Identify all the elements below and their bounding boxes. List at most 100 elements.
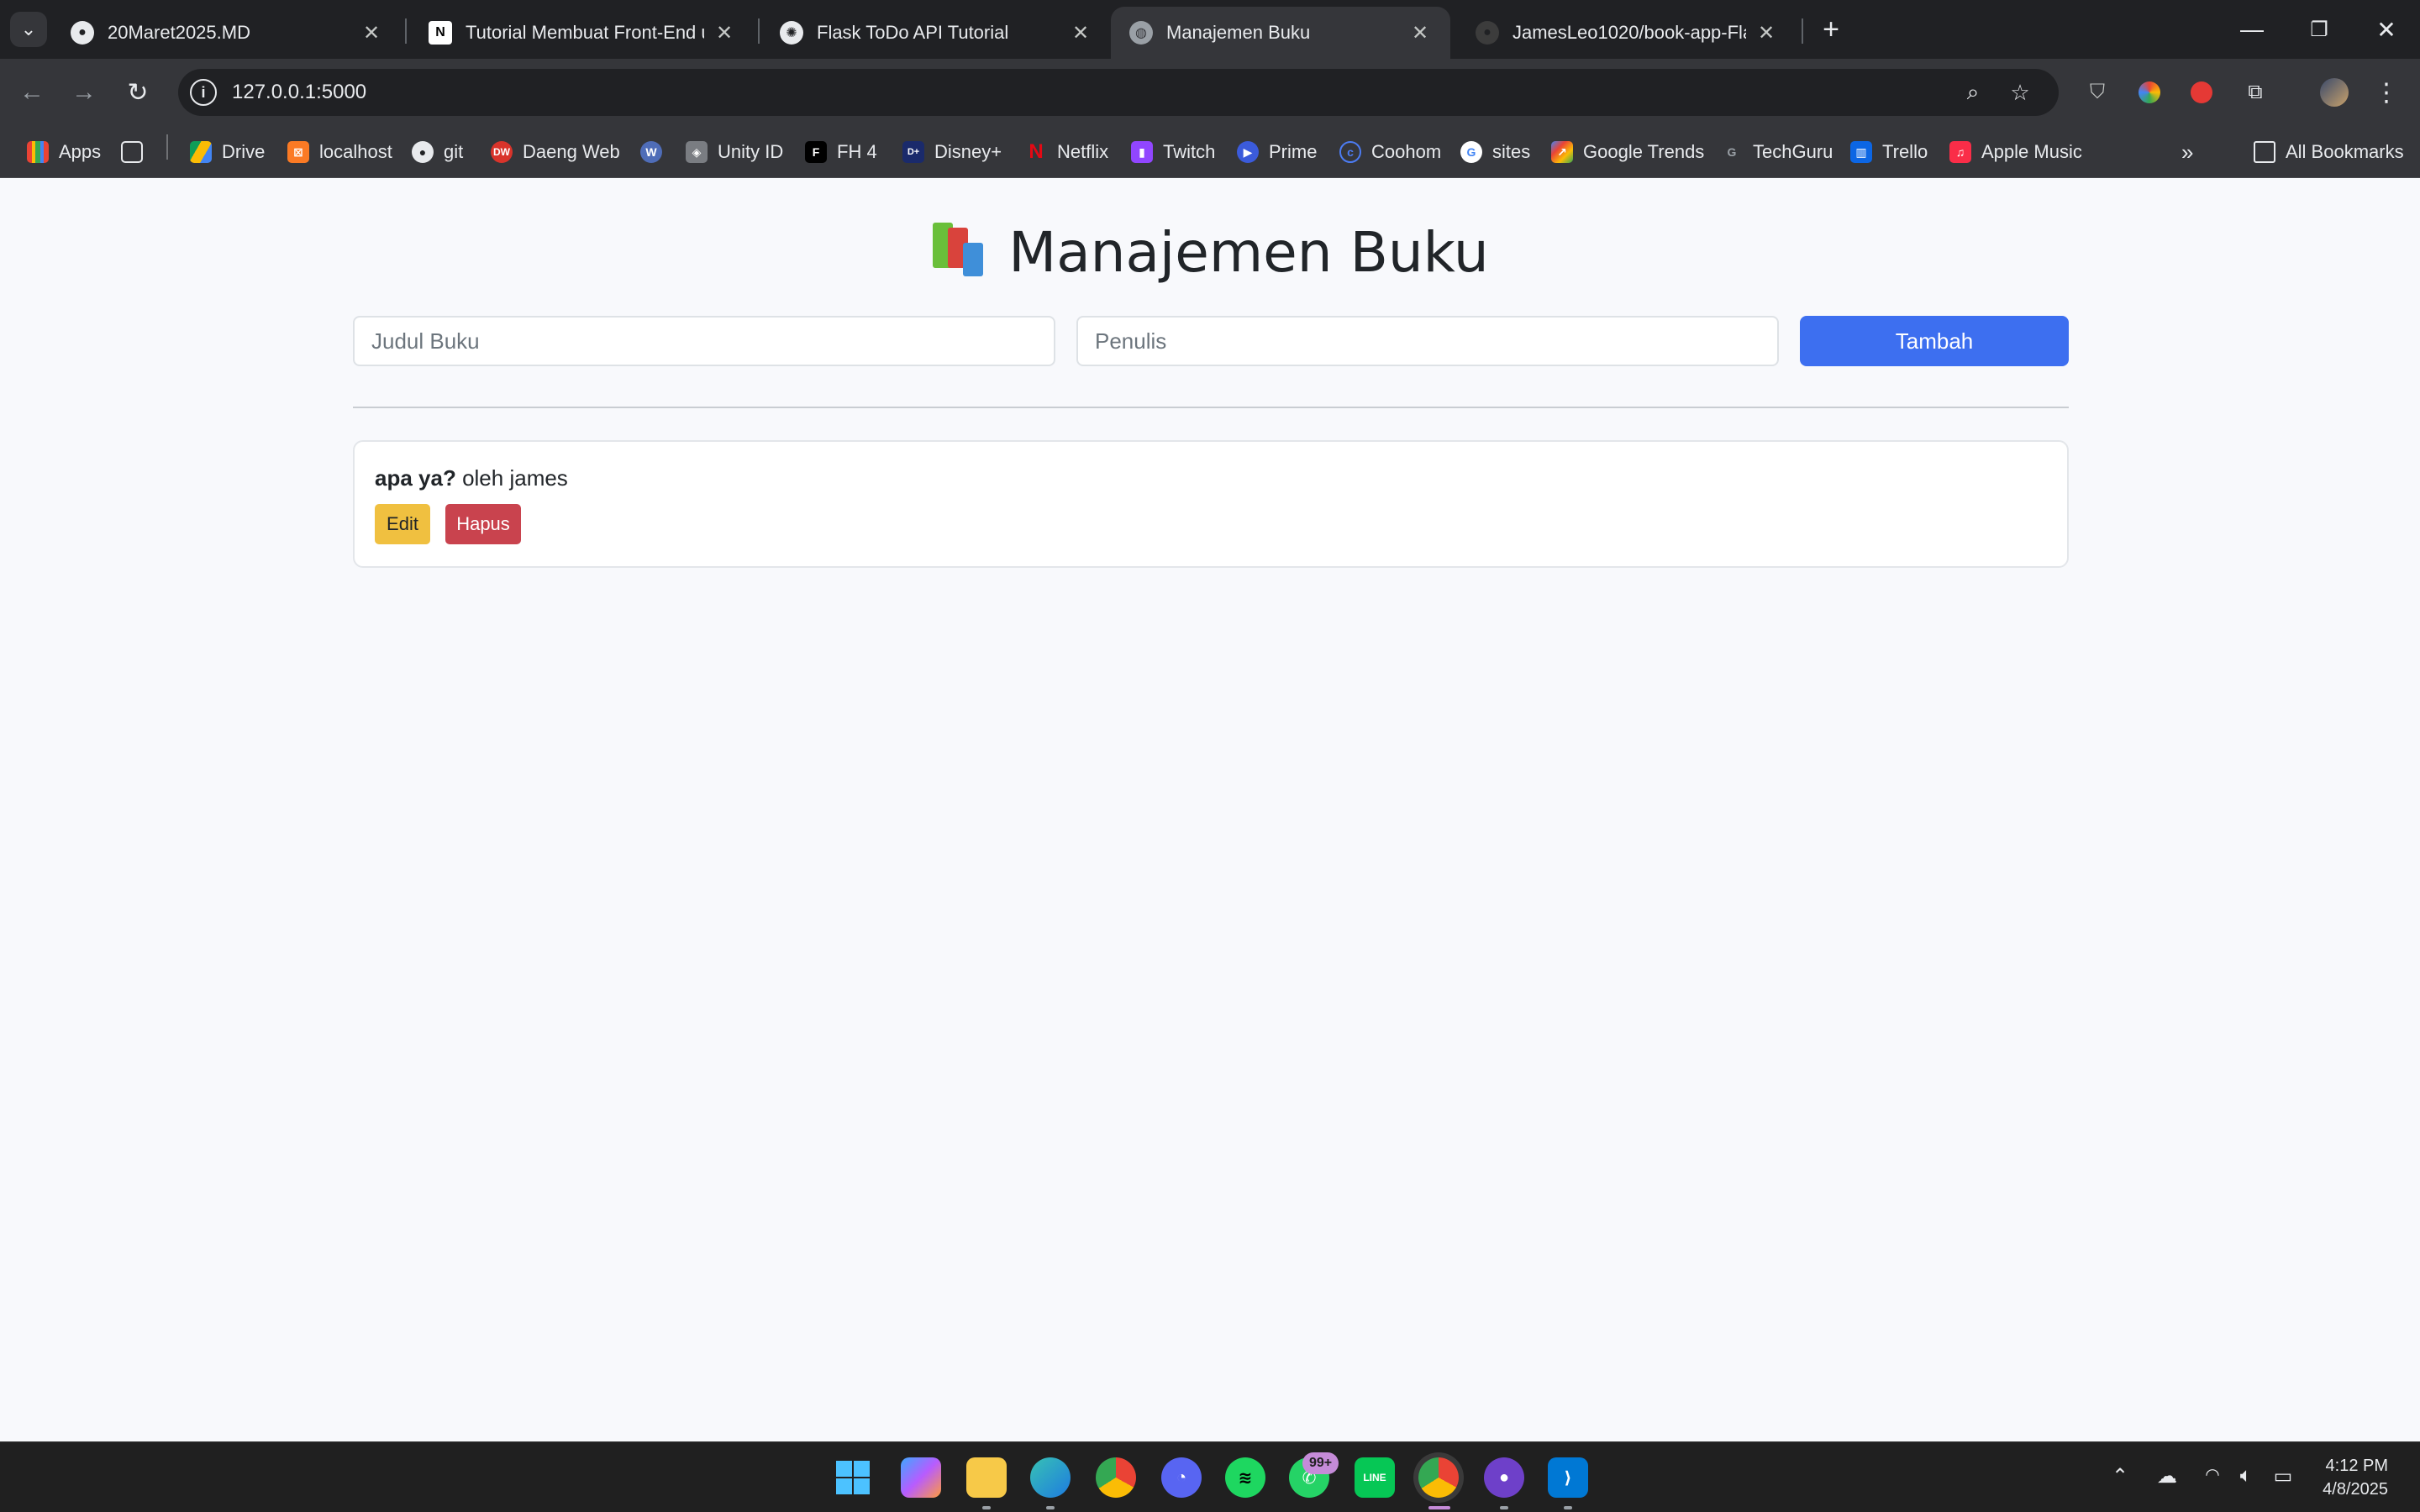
tab-20maret[interactable]: ● 20Maret2025.MD ✕ bbox=[52, 7, 402, 59]
minimize-button[interactable]: — bbox=[2227, 10, 2277, 49]
bookmark-drive[interactable]: Drive bbox=[190, 138, 265, 166]
bookmark-prime[interactable]: ▶ Prime bbox=[1237, 138, 1317, 166]
tab-search-button[interactable]: ⌄ bbox=[10, 12, 47, 47]
close-icon[interactable]: ✕ bbox=[360, 21, 383, 45]
bookmark-label: git bbox=[444, 141, 464, 162]
spotify-icon[interactable]: ≋ bbox=[1225, 1457, 1265, 1498]
arrow-right-icon: → bbox=[71, 78, 97, 106]
tab-flask-todo[interactable]: ✺ Flask ToDo API Tutorial ✕ bbox=[761, 7, 1111, 59]
trello-icon: ▥ bbox=[1850, 141, 1872, 163]
close-window-button[interactable]: ✕ bbox=[2361, 10, 2412, 49]
github-icon: ● bbox=[71, 21, 94, 45]
bookmark-label: Trello bbox=[1882, 141, 1928, 162]
all-bookmarks-button[interactable]: All Bookmarks bbox=[2254, 138, 2404, 166]
reload-icon: ↻ bbox=[127, 78, 149, 107]
bookmark-coohom[interactable]: c Coohom bbox=[1339, 138, 1441, 166]
windows-start-icon[interactable] bbox=[833, 1457, 873, 1498]
book-title: apa ya? bbox=[375, 465, 456, 491]
edge-icon[interactable] bbox=[1030, 1457, 1071, 1498]
github-icon: ● bbox=[1476, 21, 1499, 45]
bookmark-sites[interactable]: Gsites bbox=[1460, 138, 1530, 166]
daeng-web-icon: DW bbox=[491, 141, 513, 163]
bookmark-fh4[interactable]: F FH 4 bbox=[805, 138, 877, 166]
xampp-icon: ⊠ bbox=[287, 141, 309, 163]
menu-kebab-icon[interactable]: ⋮ bbox=[2368, 74, 2405, 111]
bookmarks-overflow-button[interactable]: » bbox=[2181, 138, 2193, 166]
chrome-icon[interactable] bbox=[1096, 1457, 1136, 1498]
bookmark-daeng-web[interactable]: DW Daeng Web bbox=[491, 138, 620, 166]
vscode-icon[interactable]: ⟩ bbox=[1548, 1457, 1588, 1498]
edit-button[interactable]: Edit bbox=[375, 504, 430, 544]
bookmark-grid[interactable] bbox=[121, 138, 153, 166]
close-icon[interactable]: ✕ bbox=[1408, 21, 1432, 45]
extensions-puzzle-icon[interactable]: ⧉ bbox=[2237, 74, 2274, 111]
fh4-icon: F bbox=[805, 141, 827, 163]
apple-music-icon: ♫ bbox=[1949, 141, 1971, 163]
close-icon[interactable]: ✕ bbox=[1069, 21, 1092, 45]
bookmark-wordpress[interactable]: W bbox=[640, 138, 672, 166]
bookmark-twitch[interactable]: ▮ Twitch bbox=[1131, 138, 1215, 166]
bookmark-label: TechGuru bbox=[1753, 141, 1833, 162]
file-explorer-icon[interactable] bbox=[966, 1457, 1007, 1498]
author-input[interactable]: Penulis bbox=[1076, 316, 1779, 366]
close-icon[interactable]: ✕ bbox=[1754, 21, 1778, 45]
disney-icon: D+ bbox=[902, 141, 924, 163]
coohom-icon: c bbox=[1339, 141, 1361, 163]
bookmark-netflix[interactable]: N Netflix bbox=[1025, 138, 1108, 166]
bookmark-star-icon[interactable]: ☆ bbox=[2007, 79, 2033, 106]
tab-manajemen-buku[interactable]: ◍ Manajemen Buku ✕ bbox=[1111, 7, 1450, 59]
chrome-profile-icon[interactable] bbox=[1418, 1457, 1459, 1498]
close-icon[interactable]: ✕ bbox=[713, 21, 736, 45]
onedrive-icon[interactable]: ☁ bbox=[2153, 1464, 2181, 1488]
bookmark-label: localhost bbox=[319, 141, 392, 162]
tab-book-app-repo[interactable]: ● JamesLeo1020/book-app-Flask ✕ bbox=[1457, 7, 1797, 59]
site-info-icon[interactable]: i bbox=[190, 79, 217, 106]
bookmark-google-trends[interactable]: ↗ Google Trends bbox=[1551, 138, 1704, 166]
address-bar[interactable]: i 127.0.0.1:5000 ⌕ ☆ bbox=[178, 69, 2059, 116]
back-button[interactable]: ← bbox=[13, 74, 50, 111]
folder-icon bbox=[2254, 141, 2275, 163]
bookmark-apple-music[interactable]: ♫ Apple Music bbox=[1949, 138, 2082, 166]
zoom-icon[interactable]: ⌕ bbox=[1960, 79, 1986, 106]
color-extension-icon[interactable] bbox=[2131, 74, 2168, 111]
new-tab-button[interactable]: + bbox=[1815, 13, 1847, 45]
bookmark-git[interactable]: ● git bbox=[412, 138, 463, 166]
url-text[interactable]: 127.0.0.1:5000 bbox=[232, 81, 366, 104]
globe-icon: ◍ bbox=[1129, 21, 1153, 45]
bookmark-label: Disney+ bbox=[934, 141, 1002, 162]
restore-button[interactable]: ❐ bbox=[2294, 10, 2344, 49]
unity-icon: ◈ bbox=[686, 141, 708, 163]
bookmark-trello[interactable]: ▥ Trello bbox=[1850, 138, 1928, 166]
volume-icon[interactable]: 🔈︎ bbox=[2232, 1464, 2260, 1488]
copilot-icon[interactable] bbox=[901, 1457, 941, 1498]
notion-icon: N bbox=[429, 21, 452, 45]
reload-button[interactable]: ↻ bbox=[119, 74, 156, 111]
adblock-extension-icon[interactable] bbox=[2183, 74, 2220, 111]
bookmark-techguru[interactable]: G TechGuru bbox=[1721, 138, 1833, 166]
bookmark-disney[interactable]: D+ Disney+ bbox=[902, 138, 1002, 166]
chevron-down-icon: ⌄ bbox=[20, 18, 37, 39]
book-title-input[interactable]: Judul Buku bbox=[353, 316, 1055, 366]
bookmark-unity-id[interactable]: ◈ Unity ID bbox=[686, 138, 783, 166]
page-title: Manajemen Buku bbox=[0, 220, 2420, 285]
battery-icon[interactable]: ▭ bbox=[2269, 1464, 2297, 1488]
chevron-up-icon[interactable]: ⌃ bbox=[2106, 1464, 2134, 1488]
add-book-button[interactable]: Tambah bbox=[1800, 316, 2069, 366]
bookmark-apps[interactable]: Apps bbox=[27, 138, 101, 166]
wifi-icon[interactable]: ◠ bbox=[2198, 1464, 2227, 1485]
prime-icon: ▶ bbox=[1237, 141, 1259, 163]
tab-title: Tutorial Membuat Front-End un bbox=[466, 22, 704, 43]
line-icon[interactable]: LINE bbox=[1355, 1457, 1395, 1498]
close-icon: ✕ bbox=[2376, 16, 2396, 43]
shield-extension-icon[interactable]: ⛉ bbox=[2079, 74, 2116, 111]
delete-button[interactable]: Hapus bbox=[445, 504, 521, 544]
github-desktop-icon[interactable]: ● bbox=[1484, 1457, 1524, 1498]
discord-icon[interactable]: ◔ bbox=[1161, 1457, 1202, 1498]
tab-tutorial-frontend[interactable]: N Tutorial Membuat Front-End un ✕ bbox=[410, 7, 755, 59]
system-clock[interactable]: 4:12 PM 4/8/2025 bbox=[2323, 1454, 2388, 1501]
book-card: apa ya? oleh james Edit Hapus bbox=[353, 440, 2069, 568]
forward-button[interactable]: → bbox=[66, 74, 103, 111]
profile-avatar[interactable] bbox=[2316, 74, 2353, 111]
bookmark-localhost[interactable]: ⊠ localhost bbox=[287, 138, 392, 166]
all-bookmarks-label: All Bookmarks bbox=[2286, 141, 2404, 162]
